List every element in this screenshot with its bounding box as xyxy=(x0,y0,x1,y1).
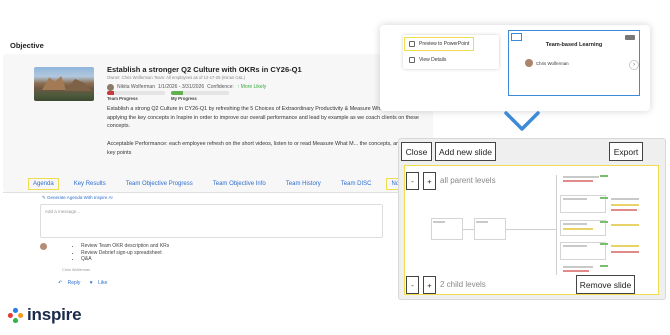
like-button[interactable]: ♥ Like xyxy=(90,280,112,286)
avatar xyxy=(40,243,47,250)
node-strip xyxy=(600,197,608,199)
tab-team-disc[interactable]: Team DISC xyxy=(338,180,375,188)
chevron-down-icon xyxy=(504,111,540,131)
date-range: 1/1/2026 - 3/31/2026 xyxy=(157,84,205,90)
my-progress-bar xyxy=(171,91,229,95)
node-strip xyxy=(563,270,589,272)
node-strip xyxy=(563,180,593,182)
child-levels-text: 2 child levels xyxy=(440,280,486,289)
powerpoint-icon xyxy=(409,41,415,47)
node-strip xyxy=(563,266,593,268)
objective-title[interactable]: Establish a stronger Q2 Culture with OKR… xyxy=(107,65,302,74)
section-label: Objective xyxy=(10,41,44,50)
owner-line: Owner: Chris Wolferman Team: All employe… xyxy=(107,75,245,80)
objective-image xyxy=(34,67,94,101)
ai-pen-icon: ✎ xyxy=(42,195,46,200)
confidence-value: ↑ More Likely xyxy=(236,84,267,90)
card-title: Team-based Learning xyxy=(545,42,603,48)
node-strip xyxy=(563,223,587,225)
objective-description: Establish a strong Q2 Culture in CY26-Q1… xyxy=(107,106,419,129)
comment-actions: ↶ Reply ♥ Like xyxy=(58,280,115,286)
node-strip xyxy=(563,198,587,200)
node-strip xyxy=(563,245,587,247)
objective-meta-row: Nikita Wolferman 1/1/2026 - 3/31/2026 Co… xyxy=(107,83,266,91)
node-strip xyxy=(433,221,445,223)
child-levels-plus-button[interactable]: + xyxy=(423,276,436,294)
tab-key-results[interactable]: Key Results xyxy=(71,180,109,188)
card-tag xyxy=(625,35,635,40)
node-strip xyxy=(611,245,639,247)
avatar xyxy=(107,83,114,91)
reply-button[interactable]: ↶ Reply xyxy=(58,280,84,286)
agenda-bullets: Review Team OKR description and KRs Revi… xyxy=(73,243,169,263)
tab-agenda[interactable]: Agenda xyxy=(28,178,59,190)
remove-slide-button[interactable]: Remove slide xyxy=(576,275,635,294)
list-item: Q&A xyxy=(81,256,169,263)
context-menu: Preview to PowerPoint View Details xyxy=(403,35,499,69)
connector xyxy=(463,229,474,230)
card-person-name: Chris Wolferman xyxy=(536,60,569,66)
card-person: Chris Wolferman xyxy=(525,59,569,67)
node-strip xyxy=(563,176,599,178)
reply-icon: ↶ xyxy=(58,280,63,286)
node-strip xyxy=(611,224,639,226)
connector xyxy=(506,229,556,230)
list-item: Review Debrief sign-up spreadsheet xyxy=(81,250,169,257)
tab-team-objective-progress[interactable]: Team Objective Progress xyxy=(123,180,196,188)
message-input[interactable]: Add a message... xyxy=(40,204,383,238)
comment-author: Chris Wolferman xyxy=(62,268,91,272)
parent-levels-plus-button[interactable]: + xyxy=(423,172,436,190)
list-item: Review Team OKR description and KRs xyxy=(81,243,169,250)
node-strip xyxy=(600,243,608,245)
avatar xyxy=(525,59,533,67)
node-strip xyxy=(611,251,639,253)
logo-text: inspire xyxy=(27,305,82,324)
node-strip xyxy=(476,221,488,223)
close-button[interactable]: Close xyxy=(401,142,432,161)
person-name: Nikita Wolferman xyxy=(117,84,155,90)
confidence-label: Confidence: xyxy=(207,84,234,90)
tab-bar: Agenda Key Results Team Objective Progre… xyxy=(28,178,413,190)
connector xyxy=(556,175,557,275)
node-strip xyxy=(611,204,639,206)
team-progress-label: Team Progress xyxy=(107,96,138,101)
team-card[interactable]: Team-based Learning Chris Wolferman xyxy=(508,30,640,96)
heart-icon: ♥ xyxy=(89,280,93,286)
generate-agenda-link[interactable]: ✎ Generate Agenda With Inspire AI xyxy=(42,195,113,201)
node-strip xyxy=(600,175,608,177)
add-slide-button[interactable]: Add new slide xyxy=(435,142,496,161)
expand-icon[interactable] xyxy=(511,33,522,41)
child-levels-minus-button[interactable]: - xyxy=(406,276,419,294)
chevron-right-icon[interactable]: › xyxy=(629,60,639,70)
tab-team-history[interactable]: Team History xyxy=(283,180,324,188)
parent-levels-minus-button[interactable]: - xyxy=(406,172,419,190)
team-progress-fill xyxy=(107,91,114,95)
node-strip xyxy=(563,228,593,230)
acceptable-performance: Acceptable Performance: each employee re… xyxy=(107,141,421,156)
menu-item-label: View Details xyxy=(419,57,447,63)
parent-levels-text: all parent levels xyxy=(440,176,496,185)
menu-item-view-details[interactable]: View Details xyxy=(405,54,450,66)
details-icon xyxy=(409,57,415,63)
tab-divider xyxy=(3,192,403,193)
my-progress-fill xyxy=(171,91,183,95)
node-strip xyxy=(600,265,608,267)
team-progress-bar xyxy=(107,91,165,95)
node-strip xyxy=(611,209,637,211)
inspire-logo-icon xyxy=(7,307,24,323)
my-progress-label: My Progress xyxy=(171,96,197,101)
menu-item-preview-powerpoint[interactable]: Preview to PowerPoint xyxy=(403,37,475,51)
inspire-logo: inspire xyxy=(7,305,82,325)
node-strip xyxy=(611,198,639,200)
menu-item-label: Preview to PowerPoint xyxy=(419,41,470,47)
tab-team-objective-info[interactable]: Team Objective Info xyxy=(210,180,269,188)
node-strip xyxy=(600,221,608,223)
export-button[interactable]: Export xyxy=(609,142,643,161)
